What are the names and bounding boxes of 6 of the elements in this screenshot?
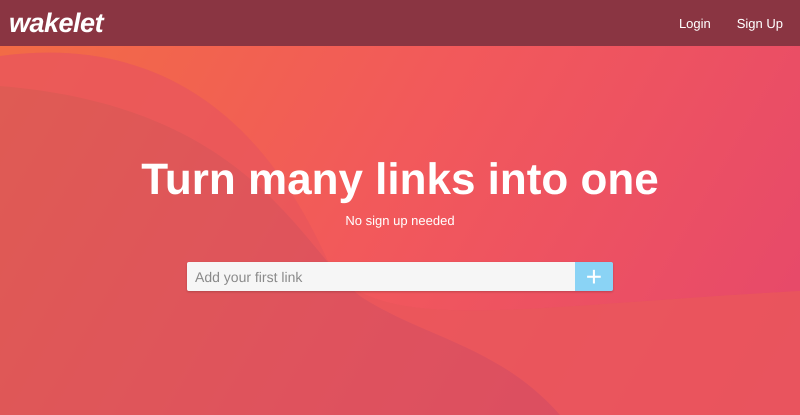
nav-link[interactable]: Login [678,16,711,30]
subtitle: No sign up needed [345,213,455,228]
logo[interactable]: wakelet [9,8,104,38]
nav-link[interactable]: Sign Up [736,16,783,30]
link-input-field[interactable]: Add your first link [186,262,575,291]
headline: Turn many links into one [141,156,659,204]
